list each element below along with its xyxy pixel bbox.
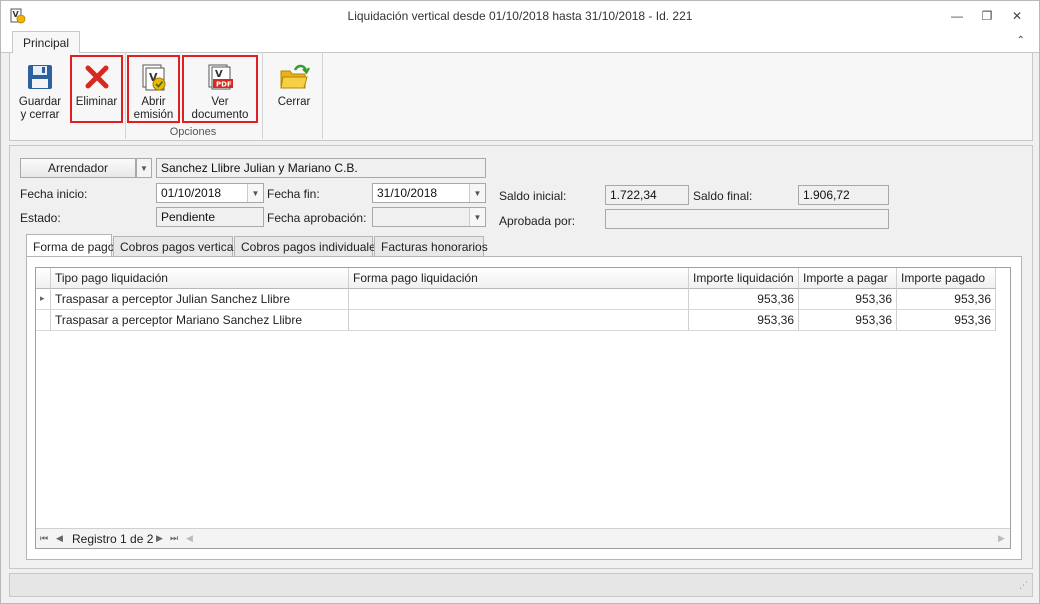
group-separator-mid bbox=[262, 53, 263, 139]
open-emission-icon: V bbox=[142, 64, 165, 91]
next-record-icon[interactable]: ▶ bbox=[156, 533, 163, 544]
folder-close-icon bbox=[280, 64, 310, 89]
cell-importe-liquidacion[interactable]: 953,36 bbox=[689, 310, 799, 331]
fecha-fin-value: 31/10/2018 bbox=[377, 186, 438, 200]
resize-grip-icon[interactable]: ⋰ bbox=[1019, 580, 1028, 591]
delete-button[interactable]: Eliminar bbox=[70, 55, 123, 123]
payment-grid: Tipo pago liquidación Forma pago liquida… bbox=[35, 267, 1011, 549]
fecha-fin-dropdown-icon[interactable]: ▼ bbox=[469, 184, 485, 202]
group-separator-right bbox=[322, 53, 323, 139]
last-record-icon[interactable]: ⏭ bbox=[170, 533, 178, 544]
svg-text:PDF: PDF bbox=[216, 81, 232, 89]
col-header-forma[interactable]: Forma pago liquidación bbox=[349, 268, 689, 289]
svg-text:V: V bbox=[215, 69, 223, 80]
fecha-aprobacion-field[interactable]: ▼ bbox=[372, 207, 486, 227]
party-type-dropdown-arrow[interactable]: ▼ bbox=[136, 158, 152, 178]
party-type-dropdown[interactable]: Arrendador bbox=[20, 158, 136, 178]
first-record-icon[interactable]: ⏮ bbox=[40, 533, 48, 544]
title-bar: V Liquidación vertical desde 01/10/2018 … bbox=[1, 1, 1039, 31]
red-x-icon bbox=[85, 65, 108, 89]
table-row[interactable]: Traspasar a perceptor Mariano Sanchez Ll… bbox=[36, 310, 996, 331]
content-area: Arrendador ▼ Sanchez Llibre Julian y Mar… bbox=[9, 145, 1033, 569]
close-window-button[interactable]: ✕ bbox=[1007, 7, 1027, 25]
row-indicator-header bbox=[36, 268, 51, 289]
scroll-left-icon[interactable]: ◀ bbox=[186, 533, 193, 544]
saldo-final-label: Saldo final: bbox=[693, 189, 753, 203]
fecha-fin-field[interactable]: 31/10/2018 ▼ bbox=[372, 183, 486, 203]
open-emission-button[interactable]: V Abrir emisión bbox=[127, 55, 180, 123]
table-row[interactable]: ▸ Traspasar a perceptor Julian Sanchez L… bbox=[36, 289, 996, 310]
prev-record-icon[interactable]: ◀ bbox=[56, 533, 63, 544]
cell-importe-pagar[interactable]: 953,36 bbox=[799, 310, 897, 331]
cell-importe-pagar[interactable]: 953,36 bbox=[799, 289, 897, 310]
cell-forma[interactable] bbox=[349, 289, 689, 310]
group-label-opciones: Opciones bbox=[169, 126, 217, 138]
party-name-field[interactable]: Sanchez Llibre Julian y Mariano C.B. bbox=[156, 158, 486, 178]
fecha-aprobacion-label: Fecha aprobación: bbox=[267, 211, 367, 225]
ribbon-collapse-button[interactable]: ⌃ bbox=[1017, 35, 1025, 46]
restore-icon: ❐ bbox=[981, 9, 993, 23]
fecha-fin-label: Fecha fin: bbox=[267, 187, 320, 201]
fecha-inicio-label: Fecha inicio: bbox=[20, 187, 88, 201]
fecha-inicio-value: 01/10/2018 bbox=[161, 186, 222, 200]
tab-cobros-pagos-individuales[interactable]: Cobros pagos individuales bbox=[234, 236, 382, 257]
restore-button[interactable]: ❐ bbox=[977, 7, 997, 25]
scroll-right-icon[interactable]: ▶ bbox=[998, 533, 1005, 544]
chevron-up-icon: ⌃ bbox=[1016, 35, 1025, 46]
cell-forma[interactable] bbox=[349, 310, 689, 331]
tab-forma-de-pago[interactable]: Forma de pago bbox=[26, 234, 114, 258]
open-emission-label-1: Abrir bbox=[141, 96, 166, 108]
save-close-label-1: Guardar bbox=[18, 96, 62, 108]
cell-tipo[interactable]: Traspasar a perceptor Mariano Sanchez Ll… bbox=[51, 310, 349, 331]
minimize-button[interactable]: — bbox=[947, 7, 967, 25]
ribbon-panel: Guardar y cerrar Eliminar V Abrir emisió… bbox=[9, 53, 1033, 141]
aprobada-por-field bbox=[605, 209, 889, 229]
estado-label: Estado: bbox=[20, 211, 61, 225]
cell-importe-liquidacion[interactable]: 953,36 bbox=[689, 289, 799, 310]
saldo-inicial-label: Saldo inicial: bbox=[499, 189, 567, 203]
pdf-document-icon: V PDF bbox=[208, 64, 233, 90]
fecha-inicio-field[interactable]: 01/10/2018 ▼ bbox=[156, 183, 264, 203]
view-document-label: Ver documento bbox=[191, 96, 249, 121]
status-bar: ⋰ bbox=[9, 573, 1033, 597]
close-icon: ✕ bbox=[1011, 9, 1023, 23]
aprobada-por-label: Aprobada por: bbox=[499, 214, 576, 228]
tab-facturas-honorarios[interactable]: Facturas honorarios bbox=[374, 236, 488, 257]
delete-label: Eliminar bbox=[75, 96, 118, 108]
save-close-button[interactable]: Guardar y cerrar bbox=[14, 55, 66, 123]
cell-tipo[interactable]: Traspasar a perceptor Julian Sanchez Lli… bbox=[51, 289, 349, 310]
minimize-icon: — bbox=[951, 9, 963, 23]
saldo-inicial-field: 1.722,34 bbox=[605, 185, 689, 205]
ribbon-tab-principal[interactable]: Principal bbox=[12, 31, 81, 54]
tab-cobros-pagos-vertical[interactable]: Cobros pagos vertical bbox=[113, 236, 236, 257]
estado-field: Pendiente bbox=[156, 207, 264, 227]
chevron-down-icon: ▼ bbox=[140, 163, 148, 173]
col-header-importe-liquidacion[interactable]: Importe liquidación bbox=[689, 268, 799, 289]
tab-panel-forma-de-pago: Tipo pago liquidación Forma pago liquida… bbox=[26, 256, 1022, 560]
save-close-label-2: y cerrar bbox=[20, 109, 60, 121]
close-label: Cerrar bbox=[277, 96, 311, 108]
fecha-aprobacion-dropdown-icon[interactable]: ▼ bbox=[469, 208, 485, 226]
view-document-button[interactable]: V PDF Ver documento bbox=[182, 55, 258, 123]
col-header-tipo[interactable]: Tipo pago liquidación bbox=[51, 268, 349, 289]
close-button[interactable]: Cerrar bbox=[266, 55, 322, 123]
grid-navigator: ⏮ ◀ Registro 1 de 2 ▶ ⏭ ◀ ▶ bbox=[36, 528, 1010, 548]
row-indicator-icon: ▸ bbox=[36, 289, 51, 310]
grid-header-row: Tipo pago liquidación Forma pago liquida… bbox=[36, 268, 996, 289]
floppy-disk-icon bbox=[28, 65, 52, 89]
window-title: Liquidación vertical desde 01/10/2018 ha… bbox=[347, 9, 693, 23]
col-header-importe-pagado[interactable]: Importe pagado bbox=[897, 268, 996, 289]
saldo-final-field: 1.906,72 bbox=[798, 185, 889, 205]
row-indicator-cell bbox=[36, 310, 51, 331]
open-emission-label-2: emisión bbox=[133, 109, 174, 121]
fecha-inicio-dropdown-icon[interactable]: ▼ bbox=[247, 184, 263, 202]
cell-importe-pagado[interactable]: 953,36 bbox=[897, 289, 996, 310]
record-counter: Registro 1 de 2 bbox=[72, 532, 154, 546]
ribbon-tab-strip: Principal ⌃ bbox=[1, 31, 1039, 54]
main-window: V Liquidación vertical desde 01/10/2018 … bbox=[0, 0, 1040, 604]
col-header-importe-pagar[interactable]: Importe a pagar bbox=[799, 268, 897, 289]
cell-importe-pagado[interactable]: 953,36 bbox=[897, 310, 996, 331]
